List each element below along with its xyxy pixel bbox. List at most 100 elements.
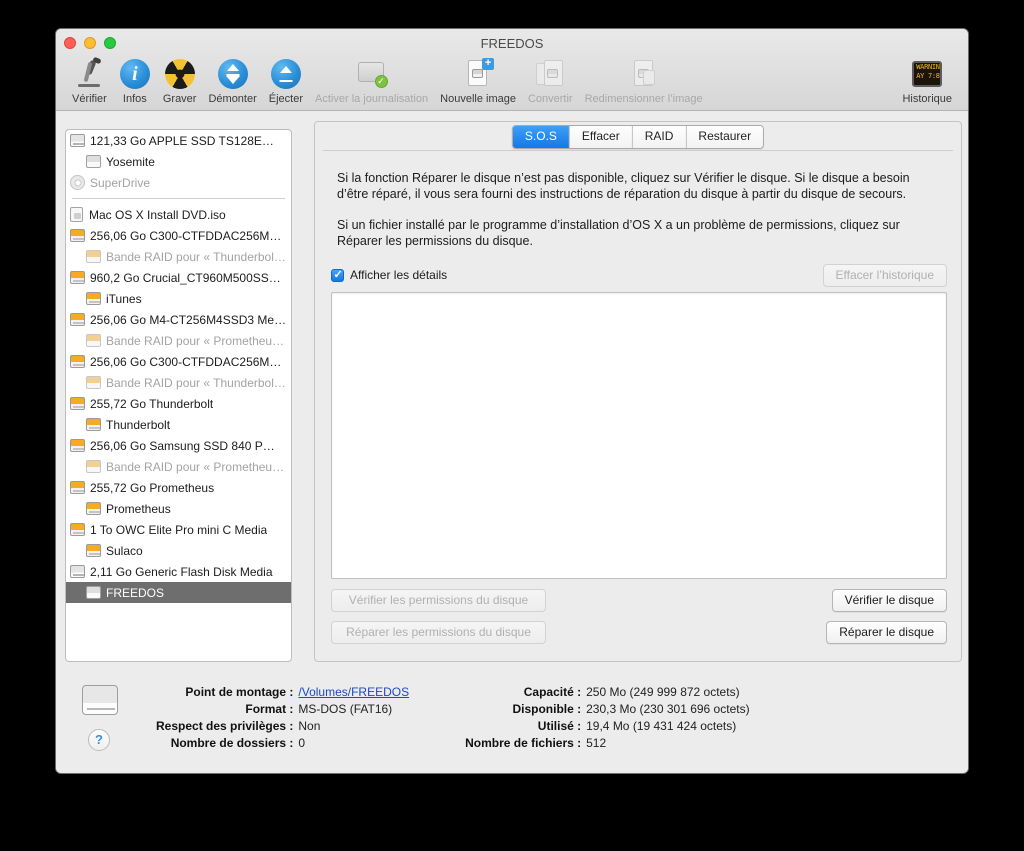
optical-drive-icon	[70, 175, 85, 190]
sidebar-item-label: 255,72 Go Prometheus	[90, 480, 215, 495]
info-value: 0	[298, 736, 306, 750]
toolbar-button-verify[interactable]: Vérifier	[66, 56, 113, 107]
sidebar-item-label: 1 To OWC Elite Pro mini C Media	[90, 522, 268, 537]
sidebar-item-label: SuperDrive	[90, 175, 151, 190]
info-key: Capacité :	[523, 685, 582, 699]
history-icon-line1: WARNIN	[916, 63, 940, 71]
tab-raid[interactable]: RAID	[632, 126, 687, 148]
info-value[interactable]: /Volumes/FREEDOS	[298, 685, 409, 702]
footer-icon-wrap: ?	[76, 685, 134, 751]
toolbar-label: Vérifier	[72, 93, 107, 105]
sidebar-separator	[72, 198, 285, 199]
verify-permissions-button: Vérifier les permissions du disque	[331, 589, 546, 612]
microscope-icon	[73, 56, 105, 90]
mount-point-link[interactable]: /Volumes/FREEDOS	[298, 685, 409, 699]
toolbar-label: Historique	[902, 93, 952, 105]
external-volume-icon	[86, 502, 101, 515]
sidebar-item[interactable]: Mac OS X Install DVD.iso	[66, 204, 291, 225]
info-row: Nombre de dossiers : 0	[156, 736, 409, 753]
sidebar-item[interactable]: 121,33 Go APPLE SSD TS128E…	[66, 130, 291, 151]
disk-list-sidebar[interactable]: 121,33 Go APPLE SSD TS128E… Yosemite Super…	[65, 129, 292, 662]
sidebar-item-label: Bande RAID pour « Prometheus »	[106, 333, 287, 348]
history-icon-line2: AY 7:86	[916, 72, 943, 80]
info-row: Point de montage : /Volumes/FREEDOS	[156, 685, 409, 702]
toolbar-button-convert: Convertir	[522, 56, 579, 107]
checkmark-icon	[331, 268, 344, 282]
toolbar-label: Démonter	[208, 93, 257, 105]
sidebar-item[interactable]: 256,06 Go M4-CT256M4SSD3 Media	[66, 309, 291, 330]
disk-image-icon	[70, 207, 83, 222]
sidebar-item-label: Thunderbolt	[106, 417, 171, 432]
info-row: Utilisé : 19,4 Mo (19 431 424 octets)	[465, 719, 749, 736]
sidebar-item[interactable]: 256,06 Go C300-CTFDDAC256M…	[66, 351, 291, 372]
history-icon: WARNIN AY 7:86	[911, 58, 943, 90]
toolbar-button-burn[interactable]: Graver	[157, 56, 203, 107]
sidebar-item[interactable]: Bande RAID pour « Thunderbolt »	[66, 372, 291, 393]
raid-slice-icon	[86, 250, 101, 263]
info-row: Disponible : 230,3 Mo (230 301 696 octets…	[465, 702, 749, 719]
toolbar-button-unmount[interactable]: Démonter	[202, 56, 262, 107]
sidebar-item[interactable]: FREEDOS	[66, 582, 291, 603]
show-details-checkbox[interactable]: Afficher les détails	[331, 268, 447, 282]
tab-group[interactable]: S.O.S Effacer RAID Restaurer	[511, 125, 765, 149]
internal-disk-icon	[70, 565, 85, 578]
sidebar-item[interactable]: Thunderbolt	[66, 414, 291, 435]
sidebar-item[interactable]: 255,72 Go Prometheus	[66, 477, 291, 498]
sidebar-item[interactable]: 256,06 Go C300-CTFDDAC256M…	[66, 225, 291, 246]
sidebar-item[interactable]: 2,11 Go Generic Flash Disk Media	[66, 561, 291, 582]
tab-underline	[323, 150, 953, 151]
info-icon: i	[119, 58, 151, 90]
info-row: Format : MS-DOS (FAT16)	[156, 702, 409, 719]
info-row: Capacité : 250 Mo (249 999 872 octets)	[465, 685, 749, 702]
verify-disk-button[interactable]: Vérifier le disque	[831, 589, 947, 612]
description-text: Si la fonction Réparer le disque n’est p…	[315, 152, 961, 249]
log-output-area[interactable]	[331, 292, 947, 579]
sidebar-item-label: 960,2 Go Crucial_CT960M500SS…	[90, 270, 281, 285]
raid-slice-icon	[86, 460, 101, 473]
action-buttons: Vérifier les permissions du disque Vérif…	[315, 579, 961, 644]
sidebar-item-label: Bande RAID pour « Thunderbolt »	[106, 375, 287, 390]
toolbar-button-new-image[interactable]: + Nouvelle image	[434, 56, 522, 107]
toolbar-label: Graver	[162, 93, 197, 105]
sidebar-item[interactable]: 1 To OWC Elite Pro mini C Media	[66, 519, 291, 540]
eject-icon	[270, 58, 302, 90]
sidebar-item[interactable]: 960,2 Go Crucial_CT960M500SS…	[66, 267, 291, 288]
volume-icon	[82, 685, 118, 715]
sidebar-item[interactable]: Prometheus	[66, 498, 291, 519]
external-disk-icon	[70, 271, 85, 284]
clear-history-button: Effacer l’historique	[822, 263, 947, 287]
sidebar-item[interactable]: SuperDrive	[66, 172, 291, 193]
tab-restaurer[interactable]: Restaurer	[686, 126, 764, 148]
sidebar-item[interactable]: 255,72 Go Thunderbolt	[66, 393, 291, 414]
tab-bar: S.O.S Effacer RAID Restaurer	[315, 122, 961, 152]
external-volume-icon	[86, 544, 101, 557]
toolbar-button-history[interactable]: WARNIN AY 7:86 Historique	[896, 56, 958, 107]
toolbar-button-info[interactable]: i Infos	[113, 56, 157, 107]
toolbar-button-resize-image: Redimensionner l’image	[579, 56, 709, 107]
sidebar-item[interactable]: Sulaco	[66, 540, 291, 561]
info-row: Nombre de fichiers : 512	[465, 736, 749, 753]
info-value: Non	[298, 719, 321, 733]
external-disk-icon	[70, 355, 85, 368]
sidebar-item-label: Prometheus	[106, 501, 171, 516]
toolbar-label: Activer la journalisation	[315, 93, 429, 105]
sidebar-item[interactable]: 256,06 Go Samsung SSD 840 P…	[66, 435, 291, 456]
toolbar-button-eject[interactable]: Éjecter	[263, 56, 309, 107]
sidebar-item[interactable]: Bande RAID pour « Thunderbolt »	[66, 246, 291, 267]
sidebar-item[interactable]: Yosemite	[66, 151, 291, 172]
external-disk-icon	[70, 439, 85, 452]
sidebar-item-label: 256,06 Go C300-CTFDDAC256M…	[90, 228, 282, 243]
sidebar-item[interactable]: Bande RAID pour « Prometheus »	[66, 330, 291, 351]
sidebar-item-label: 256,06 Go Samsung SSD 840 P…	[90, 438, 275, 453]
show-details-label: Afficher les détails	[350, 268, 448, 282]
info-value: MS-DOS (FAT16)	[298, 702, 393, 716]
repair-disk-button[interactable]: Réparer le disque	[826, 621, 947, 644]
sidebar-item[interactable]: Bande RAID pour « Prometheus »	[66, 456, 291, 477]
tab-effacer[interactable]: Effacer	[569, 126, 633, 148]
tab-s-o-s[interactable]: S.O.S	[512, 126, 570, 148]
sidebar-item-label: Bande RAID pour « Thunderbolt »	[106, 249, 287, 264]
sidebar-item-label: Sulaco	[106, 543, 143, 558]
sidebar-item-label: 255,72 Go Thunderbolt	[90, 396, 214, 411]
sidebar-item[interactable]: iTunes	[66, 288, 291, 309]
help-button[interactable]: ?	[88, 729, 110, 751]
